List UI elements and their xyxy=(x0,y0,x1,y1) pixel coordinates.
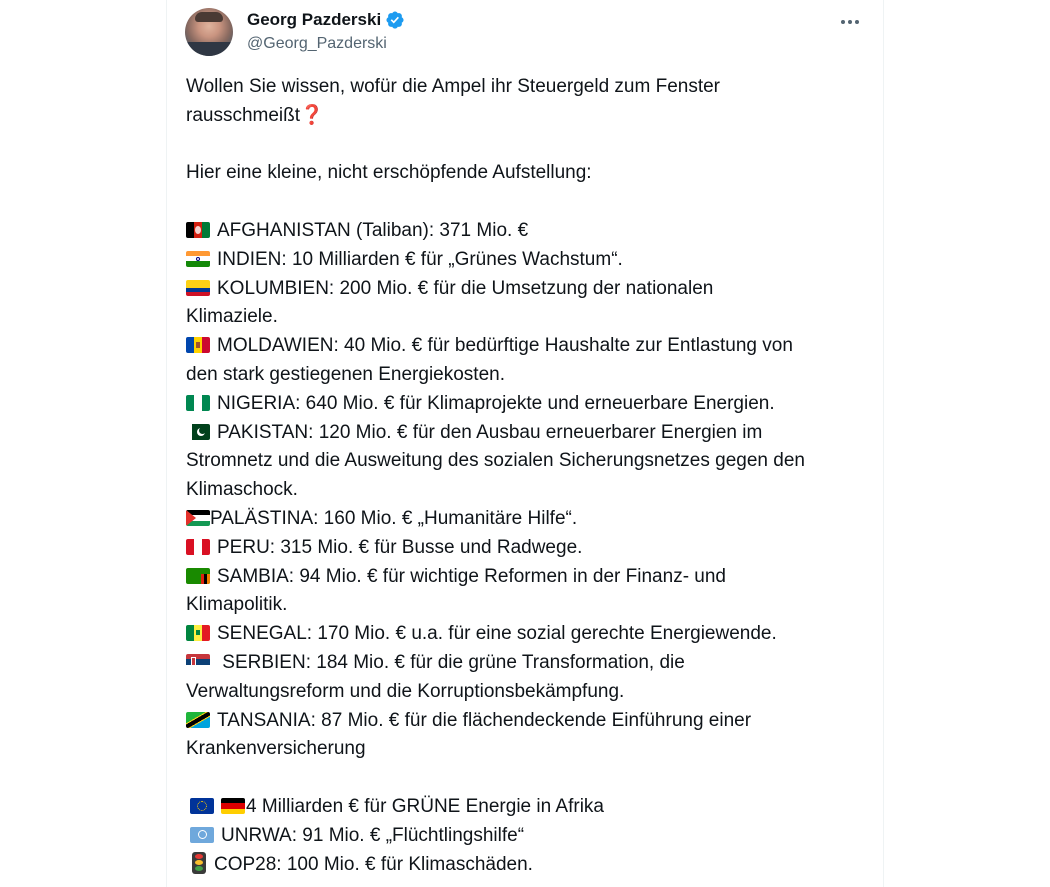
senegal-flag-icon xyxy=(186,625,210,642)
list-item: Stromnetz und die Ausweitung des soziale… xyxy=(186,447,876,476)
list-item-text: AFGHANISTAN (Taliban): 371 Mio. € xyxy=(217,219,529,241)
traffic-light-icon xyxy=(192,851,206,874)
list-item: AFGHANISTAN (Taliban): 371 Mio. € xyxy=(186,217,876,246)
avatar[interactable] xyxy=(185,8,233,56)
tanzania-flag-icon xyxy=(186,711,210,728)
country-list: AFGHANISTAN (Taliban): 371 Mio. € INDIEN:… xyxy=(186,217,876,764)
list-item-text: PALÄSTINA: 160 Mio. € „Humanitäre Hilfe“… xyxy=(210,507,578,529)
list-item-text: SERBIEN: 184 Mio. € für die grüne Transf… xyxy=(217,651,685,673)
list-item-text: INDIEN: 10 Milliarden € für „Grünes Wach… xyxy=(217,248,623,270)
list-item-text: Krankenversicherung xyxy=(186,738,366,760)
list-item-text: SENEGAL: 170 Mio. € u.a. für eine sozial… xyxy=(217,623,777,645)
nigeria-flag-icon xyxy=(186,394,210,411)
list-item-text: SAMBIA: 94 Mio. € für wichtige Reformen … xyxy=(217,565,727,587)
list-item: INDIEN: 10 Milliarden € für „Grünes Wach… xyxy=(186,246,876,275)
list-item-text: Stromnetz und die Ausweitung des soziale… xyxy=(186,450,805,472)
verified-badge-icon xyxy=(386,11,404,29)
list-item: PAKISTAN: 120 Mio. € für den Ausbau erne… xyxy=(186,419,876,448)
list-item: PALÄSTINA: 160 Mio. € „Humanitäre Hilfe“… xyxy=(186,505,876,534)
germany-flag-icon xyxy=(221,797,245,814)
list-item: UNRWA: 91 Mio. € „Flüchtlingshilfe“ xyxy=(186,822,876,851)
list-intro: Hier eine kleine, nicht erschöpfende Auf… xyxy=(186,162,592,184)
author-display-name[interactable]: Georg Pazderski xyxy=(247,10,381,30)
list-item-text: COP28: 100 Mio. € für Klimaschäden. xyxy=(214,853,533,875)
list-item-text: PAKISTAN: 120 Mio. € für den Ausbau erne… xyxy=(217,421,763,443)
india-flag-icon xyxy=(186,250,210,267)
un-flag-icon xyxy=(190,826,214,843)
list-item: COP28: 100 Mio. € für Klimaschäden. xyxy=(186,851,876,880)
list-item: SAMBIA: 94 Mio. € für wichtige Reformen … xyxy=(186,563,876,592)
zambia-flag-icon xyxy=(186,567,210,584)
list-item-text: Klimapolitik. xyxy=(186,594,288,616)
pakistan-flag-icon xyxy=(186,423,210,440)
footer-list: 4 Milliarden € für GRÜNE Energie in Afri… xyxy=(186,793,876,879)
list-item: Klimaziele. xyxy=(186,303,876,332)
list-item: Klimaschock. xyxy=(186,476,876,505)
author-name-row: Georg Pazderski xyxy=(247,10,405,30)
eu-flag-icon xyxy=(190,797,214,814)
colombia-flag-icon xyxy=(186,279,210,296)
list-item: PERU: 315 Mio. € für Busse und Radwege. xyxy=(186,534,876,563)
moldova-flag-icon xyxy=(186,337,210,354)
list-item: Verwaltungsreform und die Korruptionsbek… xyxy=(186,678,876,707)
list-item-text: den stark gestiegenen Energiekosten. xyxy=(186,363,505,385)
list-item-text: PERU: 315 Mio. € für Busse und Radwege. xyxy=(217,536,583,558)
list-item-text: KOLUMBIEN: 200 Mio. € für die Umsetzung … xyxy=(217,277,714,299)
tweet-text: Wollen Sie wissen, wofür die Ampel ihr S… xyxy=(186,73,876,879)
list-item-text: 4 Milliarden € für GRÜNE Energie in Afri… xyxy=(246,795,604,817)
author-handle[interactable]: @Georg_Pazderski xyxy=(247,35,387,53)
intro-line-2: rausschmeißt❓ xyxy=(186,104,324,126)
list-item: Klimapolitik. xyxy=(186,591,876,620)
afghanistan-flag-icon xyxy=(186,221,210,238)
list-item-text: Klimaziele. xyxy=(186,306,278,328)
tweet-card: Georg Pazderski @Georg_Pazderski Wollen … xyxy=(166,0,884,887)
tweet-header: Georg Pazderski @Georg_Pazderski xyxy=(185,8,865,58)
peru-flag-icon xyxy=(186,538,210,555)
list-item-text: TANSANIA: 87 Mio. € für die flächendecke… xyxy=(217,709,752,731)
list-item-text: NIGERIA: 640 Mio. € für Klimaprojekte un… xyxy=(217,392,775,414)
list-item: MOLDAWIEN: 40 Mio. € für bedürftige Haus… xyxy=(186,332,876,361)
more-options-icon[interactable] xyxy=(835,10,865,34)
list-item: SENEGAL: 170 Mio. € u.a. für eine sozial… xyxy=(186,620,876,649)
question-mark-icon: ❓ xyxy=(300,104,324,126)
list-item-text: Klimaschock. xyxy=(186,479,298,501)
list-item: NIGERIA: 640 Mio. € für Klimaprojekte un… xyxy=(186,390,876,419)
serbia-flag-icon xyxy=(186,653,210,670)
palestine-flag-icon xyxy=(186,509,210,526)
list-item-text: MOLDAWIEN: 40 Mio. € für bedürftige Haus… xyxy=(217,335,793,357)
list-item: Krankenversicherung xyxy=(186,735,876,764)
list-item: den stark gestiegenen Energiekosten. xyxy=(186,361,876,390)
list-item-text: Verwaltungsreform und die Korruptionsbek… xyxy=(186,680,625,702)
list-item: KOLUMBIEN: 200 Mio. € für die Umsetzung … xyxy=(186,275,876,304)
intro-line-1: Wollen Sie wissen, wofür die Ampel ihr S… xyxy=(186,76,721,97)
list-item: TANSANIA: 87 Mio. € für die flächendecke… xyxy=(186,707,876,736)
list-item: SERBIEN: 184 Mio. € für die grüne Transf… xyxy=(186,649,876,678)
list-item-text: UNRWA: 91 Mio. € „Flüchtlingshilfe“ xyxy=(221,824,525,846)
list-item: 4 Milliarden € für GRÜNE Energie in Afri… xyxy=(186,793,876,822)
